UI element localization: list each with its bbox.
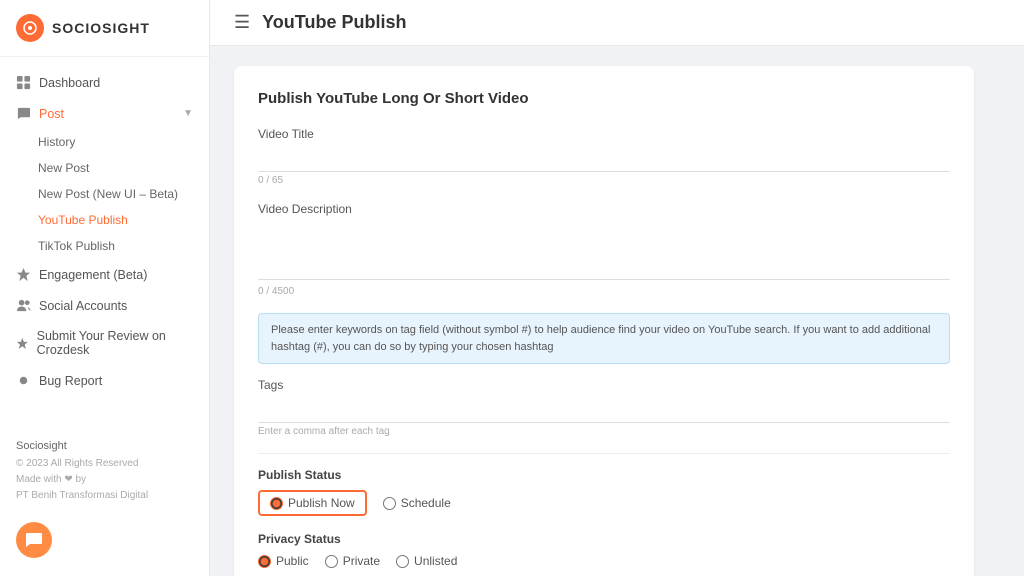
sidebar-item-engagement-label: Engagement (Beta) — [39, 268, 147, 282]
schedule-option[interactable]: Schedule — [383, 496, 451, 510]
publish-now-label: Publish Now — [288, 496, 355, 510]
video-description-label: Video Description — [258, 202, 950, 216]
sidebar-item-history[interactable]: History — [0, 129, 209, 155]
video-description-input[interactable] — [258, 220, 950, 280]
top-header: ☰ YouTube Publish — [210, 0, 1024, 46]
footer-company: PT Benih Transformasi Digital — [16, 488, 193, 504]
review-star-icon — [16, 336, 29, 351]
publish-now-box: Publish Now — [258, 490, 367, 516]
engagement-icon — [16, 267, 31, 282]
sidebar: SOCIOSIGHT Dashboard Post ▼ History New … — [0, 0, 210, 576]
logo-icon — [16, 14, 44, 42]
privacy-public-radio[interactable] — [258, 555, 271, 568]
sidebar-item-bug-report[interactable]: Bug Report — [0, 365, 209, 396]
privacy-private-radio[interactable] — [325, 555, 338, 568]
sidebar-item-bug-report-label: Bug Report — [39, 374, 102, 388]
sidebar-logo: SOCIOSIGHT — [0, 0, 209, 57]
form-card: Publish YouTube Long Or Short Video Vide… — [234, 66, 974, 576]
sidebar-item-new-post[interactable]: New Post — [0, 155, 209, 181]
tags-hint: Enter a comma after each tag — [258, 426, 950, 437]
schedule-label: Schedule — [401, 496, 451, 510]
tags-label: Tags — [258, 378, 950, 392]
users-icon — [16, 298, 31, 313]
sidebar-item-social-accounts[interactable]: Social Accounts — [0, 290, 209, 321]
divider-1 — [258, 453, 950, 454]
privacy-options: Public Private Unlisted — [258, 554, 950, 568]
publish-status-label: Publish Status — [258, 468, 950, 482]
video-title-group: Video Title 0 / 65 — [258, 127, 950, 186]
grid-icon — [16, 75, 31, 90]
sidebar-item-post[interactable]: Post ▼ — [0, 98, 209, 129]
privacy-status-label: Privacy Status — [258, 532, 950, 546]
footer-made-with: Made with ❤ by — [16, 472, 193, 488]
sidebar-item-dashboard[interactable]: Dashboard — [0, 67, 209, 98]
privacy-public-label: Public — [276, 554, 309, 568]
video-title-label: Video Title — [258, 127, 950, 141]
sidebar-footer: Sociosight © 2023 All Rights Reserved Ma… — [0, 428, 209, 514]
footer-brand: Sociosight — [16, 438, 193, 456]
sidebar-item-new-post-beta[interactable]: New Post (New UI – Beta) — [0, 181, 209, 207]
tags-group: Tags Enter a comma after each tag — [258, 378, 950, 437]
publish-status-group: Publish Status Publish Now Schedule — [258, 468, 950, 516]
message-icon — [16, 106, 31, 121]
publish-status-options: Publish Now Schedule — [258, 490, 950, 516]
logo-text: SOCIOSIGHT — [52, 20, 150, 36]
page-title: YouTube Publish — [262, 12, 406, 33]
sidebar-item-review-label: Submit Your Review on Crozdesk — [37, 329, 193, 357]
chat-icon — [25, 531, 43, 549]
publish-now-option[interactable]: Publish Now — [270, 496, 355, 510]
privacy-unlisted-option[interactable]: Unlisted — [396, 554, 457, 568]
privacy-unlisted-label: Unlisted — [414, 554, 457, 568]
sidebar-item-youtube-publish[interactable]: YouTube Publish — [0, 207, 209, 233]
sidebar-item-tiktok-publish[interactable]: TikTok Publish — [0, 233, 209, 259]
bug-icon — [16, 373, 31, 388]
privacy-status-group: Privacy Status Public Private Unliste — [258, 532, 950, 568]
tags-input[interactable] — [258, 396, 950, 423]
sidebar-item-social-accounts-label: Social Accounts — [39, 299, 127, 313]
content-area: Publish YouTube Long Or Short Video Vide… — [210, 46, 1024, 576]
privacy-public-option[interactable]: Public — [258, 554, 309, 568]
post-subnav: History New Post New Post (New UI – Beta… — [0, 129, 209, 259]
sidebar-item-engagement[interactable]: Engagement (Beta) — [0, 259, 209, 290]
video-title-char-count: 0 / 65 — [258, 175, 950, 186]
privacy-private-option[interactable]: Private — [325, 554, 380, 568]
sidebar-item-post-label: Post — [39, 107, 64, 121]
hamburger-icon[interactable]: ☰ — [234, 12, 250, 33]
publish-now-radio[interactable] — [270, 497, 283, 510]
video-description-group: Video Description 0 / 4500 — [258, 202, 950, 297]
privacy-private-label: Private — [343, 554, 380, 568]
sidebar-item-review[interactable]: Submit Your Review on Crozdesk — [0, 321, 209, 365]
post-chevron-icon: ▼ — [183, 108, 193, 119]
form-card-title: Publish YouTube Long Or Short Video — [258, 90, 950, 107]
footer-copyright: © 2023 All Rights Reserved — [16, 456, 193, 472]
tags-info-box: Please enter keywords on tag field (with… — [258, 313, 950, 364]
video-title-input[interactable] — [258, 145, 950, 172]
sidebar-item-dashboard-label: Dashboard — [39, 76, 100, 90]
main-content: ☰ YouTube Publish Publish YouTube Long O… — [210, 0, 1024, 576]
privacy-unlisted-radio[interactable] — [396, 555, 409, 568]
sidebar-navigation: Dashboard Post ▼ History New Post New Po… — [0, 57, 209, 428]
schedule-radio[interactable] — [383, 497, 396, 510]
video-desc-char-count: 0 / 4500 — [258, 286, 950, 297]
chat-button[interactable] — [16, 522, 52, 558]
